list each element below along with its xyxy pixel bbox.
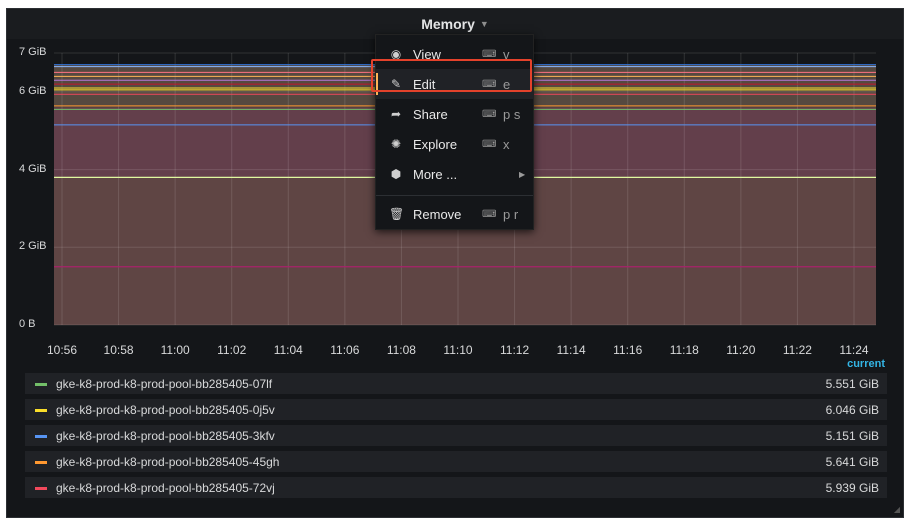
menu-item-explore[interactable]: ✺ Explore ⌨ x: [376, 129, 533, 159]
legend-row[interactable]: gke-k8-prod-k8-prod-pool-bb285405-45gh 5.…: [25, 451, 887, 472]
x-tick-label: 11:24: [839, 343, 869, 357]
x-tick-label: 10:56: [46, 343, 78, 357]
trash-icon: 🗑: [389, 207, 405, 221]
edit-highlight-annotation: [371, 59, 532, 92]
legend-current-value: 5.551 GiB: [825, 376, 879, 391]
menu-item-label: Explore: [413, 136, 458, 152]
legend-current-value: 5.641 GiB: [825, 454, 879, 469]
legend-current-value: 5.939 GiB: [825, 480, 879, 495]
x-tick-label: 11:14: [556, 343, 586, 357]
legend-series-name[interactable]: gke-k8-prod-k8-prod-pool-bb285405-0j5v: [56, 403, 275, 417]
menu-item-label: Remove: [413, 206, 462, 222]
x-tick-label: 11:18: [669, 343, 699, 357]
y-tick-label: 7 GiB: [19, 46, 47, 58]
menu-item-remove[interactable]: 🗑 Remove ⌨ p r: [376, 199, 533, 229]
legend-row[interactable]: gke-k8-prod-k8-prod-pool-bb285405-3kfv 5.…: [25, 425, 887, 446]
shortcut-key: x: [503, 136, 510, 152]
legend-series-name[interactable]: gke-k8-prod-k8-prod-pool-bb285405-45gh: [56, 455, 279, 469]
legend-swatch: [35, 435, 47, 438]
legend-swatch: [35, 461, 47, 464]
legend-swatch: [35, 409, 47, 412]
shortcut-key: p r: [503, 206, 519, 222]
legend-row[interactable]: gke-k8-prod-k8-prod-pool-bb285405-0j5v 6.…: [25, 399, 887, 420]
x-tick-label: 11:22: [782, 343, 812, 357]
legend-series-name[interactable]: gke-k8-prod-k8-prod-pool-bb285405-72vj: [56, 481, 275, 495]
x-tick-label: 11:10: [443, 343, 473, 357]
menu-item-share[interactable]: ➦ Share ⌨ p s: [376, 99, 533, 129]
x-tick-label: 11:16: [613, 343, 643, 357]
menu-item-label: Share: [413, 106, 448, 122]
keyboard-icon: ⌨: [482, 138, 497, 150]
menu-item-label: More ...: [413, 166, 458, 182]
legend-row[interactable]: gke-k8-prod-k8-prod-pool-bb285405-07lf 5.…: [25, 373, 887, 394]
legend-row[interactable]: gke-k8-prod-k8-prod-pool-bb285405-72vj 5.…: [25, 477, 887, 498]
legend-current-header[interactable]: current: [847, 358, 885, 370]
menu-item-more[interactable]: ⬢ More ... ▶: [376, 159, 533, 189]
resize-handle-icon[interactable]: ◢: [894, 505, 900, 514]
shortcut-key: p s: [503, 106, 521, 122]
menu-divider: [376, 195, 533, 196]
legend-current-value: 6.046 GiB: [825, 402, 879, 417]
caret-down-icon[interactable]: ▼: [480, 19, 489, 29]
cube-icon: ⬢: [390, 167, 402, 181]
compass-icon: ✺: [390, 137, 402, 151]
y-tick-label: 2 GiB: [19, 240, 47, 253]
y-tick-label: 6 GiB: [19, 84, 47, 97]
keyboard-icon: ⌨: [482, 208, 497, 220]
keyboard-icon: ⌨: [482, 108, 497, 120]
share-icon: ➦: [390, 107, 402, 121]
panel-title[interactable]: Memory: [421, 16, 475, 32]
caret-right-icon: ▶: [519, 169, 526, 179]
y-tick-label: 4 GiB: [19, 162, 47, 175]
x-tick-label: 11:08: [386, 343, 416, 357]
legend-swatch: [35, 383, 47, 386]
legend-current-value: 5.151 GiB: [825, 428, 879, 443]
x-tick-label: 11:04: [273, 343, 303, 357]
legend-series-name[interactable]: gke-k8-prod-k8-prod-pool-bb285405-3kfv: [56, 429, 275, 443]
x-tick-label: 11:00: [160, 343, 190, 357]
legend-swatch: [35, 487, 47, 490]
y-tick-label: 0 B: [19, 318, 36, 330]
x-tick-label: 11:02: [217, 343, 247, 357]
x-tick-label: 10:58: [103, 343, 134, 357]
legend-series-name[interactable]: gke-k8-prod-k8-prod-pool-bb285405-07lf: [56, 377, 272, 391]
x-tick-label: 11:20: [726, 343, 756, 357]
x-tick-label: 11:06: [330, 343, 360, 357]
keyboard-icon: ⌨: [482, 48, 497, 60]
x-tick-label: 11:12: [499, 343, 530, 357]
